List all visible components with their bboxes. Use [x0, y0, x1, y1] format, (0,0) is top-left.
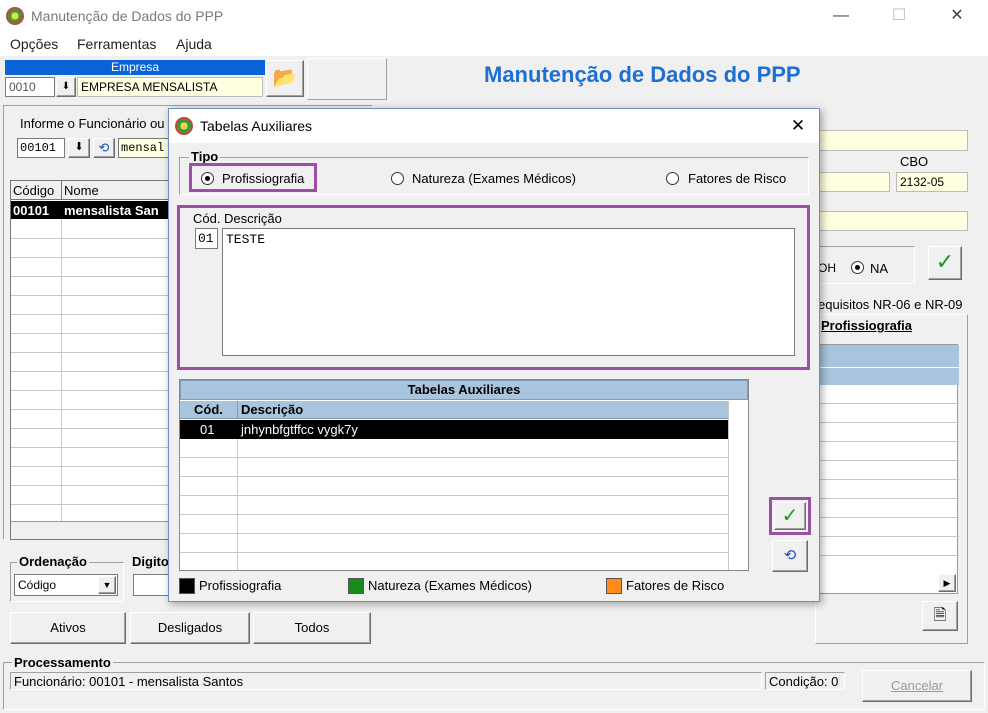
radio-profissiografia[interactable]: [201, 172, 214, 185]
legend-profissiografia-label: Profissiografia: [199, 578, 282, 593]
tab-todos[interactable]: Todos: [253, 612, 371, 644]
grid-header: Cód. Descrição: [180, 401, 728, 419]
undo-icon: ⟲: [98, 140, 110, 155]
right-field-1: [818, 130, 968, 151]
funcionario-label: Informe o Funcionário ou: [18, 116, 167, 131]
chevron-down-icon[interactable]: ▼: [98, 576, 116, 594]
dialog-close-icon[interactable]: ✕: [783, 114, 813, 138]
dialog-undo-button[interactable]: ⟲: [772, 540, 808, 572]
menu-ajuda[interactable]: Ajuda: [176, 36, 212, 52]
aux-grid: Tabelas Auxiliares Cód. Descrição 01 jnh…: [179, 379, 749, 571]
grid-row-desc: jnhynbfgtffcc vygk7y: [241, 422, 358, 437]
download-arrow-icon: ⬇: [74, 141, 84, 153]
folder-open-icon: 📂: [272, 67, 298, 89]
tab-ativos[interactable]: Ativos: [10, 612, 126, 644]
undo-icon: ⟲: [783, 547, 797, 564]
table-row[interactable]: 00101 mensalista San: [11, 201, 171, 219]
processamento-bar: Processamento Funcionário: 00101 - mensa…: [0, 654, 988, 713]
checkmark-icon: ✓: [935, 249, 955, 274]
funcionario-lookup-button[interactable]: ⬇: [68, 138, 90, 158]
radio-fatores-risco-label[interactable]: Fatores de Risco: [688, 171, 786, 186]
legend-fatores-label: Fatores de Risco: [626, 578, 725, 593]
right-field-2: [818, 172, 890, 192]
cbo-field: 2132-05: [896, 172, 968, 192]
empresa-lookup-button[interactable]: ⬇: [56, 77, 76, 97]
funcionario-code-field[interactable]: 00101: [17, 138, 65, 158]
download-arrow-icon: ⬇: [61, 81, 71, 92]
radio-natureza-label[interactable]: Natureza (Exames Médicos): [412, 171, 576, 186]
employee-table: Código Nome 00101 mensalista San: [10, 180, 172, 540]
menu-ferramentas[interactable]: Ferramentas: [77, 36, 156, 52]
processamento-label: Processamento: [12, 655, 113, 670]
new-document-button[interactable]: 🗎: [922, 601, 958, 631]
radio-na-label: NA: [870, 261, 889, 276]
cancel-button[interactable]: Cancelar: [862, 670, 972, 702]
minimize-icon[interactable]: —: [818, 4, 864, 28]
digite-field[interactable]: [133, 574, 169, 596]
radio-na[interactable]: [851, 261, 864, 274]
col-header-nome[interactable]: Nome: [64, 183, 99, 198]
maximize-icon[interactable]: ☐: [876, 4, 922, 28]
cbo-label: CBO: [900, 154, 929, 169]
menu-bar: Opções Ferramentas Ajuda: [0, 32, 988, 56]
row-code: 00101: [13, 203, 50, 218]
open-folder-button[interactable]: 📂: [266, 60, 304, 97]
menu-opcoes[interactable]: Opções: [10, 36, 58, 52]
radio-natureza[interactable]: [391, 172, 404, 185]
confirm-button[interactable]: ✓: [928, 246, 962, 280]
tabelas-auxiliares-dialog: Tabelas Auxiliares ✕ Tipo Profissiografi…: [168, 108, 820, 602]
window-titlebar: Manutenção de Dados do PPP — ☐ ✕: [0, 0, 988, 32]
app-icon: [6, 7, 24, 25]
dialog-confirm-button[interactable]: ✓: [774, 502, 806, 530]
empresa-code-field[interactable]: 0010: [5, 77, 55, 97]
desc-label: Descrição: [224, 211, 282, 226]
employee-table-header: Código Nome: [11, 181, 171, 200]
empty-panel: [307, 58, 387, 100]
ordenacao-label: Ordenação: [17, 554, 89, 569]
radio-label-partial: OH: [818, 261, 836, 275]
descricao-field[interactable]: TESTE: [222, 228, 795, 356]
ordenacao-value: Código: [18, 578, 57, 592]
tab-desligados[interactable]: Desligados: [130, 612, 250, 644]
empresa-label: Empresa: [5, 60, 265, 75]
row-name: mensalista San: [64, 203, 159, 218]
dialog-title: Tabelas Auxiliares: [200, 118, 313, 134]
cod-label: Cód.: [193, 211, 221, 226]
col-header-codigo[interactable]: Código: [13, 183, 54, 198]
funcionario-undo-button[interactable]: ⟲: [93, 138, 115, 158]
legend-profissiografia-swatch: [179, 578, 195, 594]
window-title: Manutenção de Dados do PPP: [31, 8, 224, 24]
document-icon: 🗎: [933, 607, 947, 624]
radio-profissiografia-label[interactable]: Profissiografia: [222, 171, 304, 186]
grid-col-desc[interactable]: Descrição: [241, 402, 303, 417]
dialog-titlebar: Tabelas Auxiliares ✕: [169, 109, 819, 143]
legend-fatores-swatch: [606, 578, 622, 594]
grid-row-cod: 01: [200, 422, 215, 437]
tipo-label: Tipo: [189, 149, 221, 164]
page-title: Manutenção de Dados do PPP: [484, 62, 801, 87]
legend-natureza-swatch: [348, 578, 364, 594]
right-field-3: [818, 211, 968, 231]
scroll-right-icon[interactable]: ▶: [938, 574, 956, 592]
funcionario-status: Funcionário: 00101 - mensalista Santos: [10, 672, 762, 690]
cod-field[interactable]: 01: [195, 228, 218, 249]
grid-col-cod[interactable]: Cód.: [194, 402, 223, 417]
table-row[interactable]: 01 jnhynbfgtffcc vygk7y: [180, 420, 728, 439]
close-icon[interactable]: ✕: [934, 4, 980, 28]
tab-profissiografia[interactable]: Profissiografia: [821, 318, 912, 333]
checkmark-icon: ✓: [781, 505, 799, 527]
grid-title: Tabelas Auxiliares: [180, 380, 748, 400]
right-grid: [818, 344, 959, 594]
empresa-name-field: EMPRESA MENSALISTA: [77, 77, 263, 97]
radio-fatores-risco[interactable]: [666, 172, 679, 185]
ordenacao-select[interactable]: Código ▼: [14, 574, 118, 596]
condicao-status: Condição: 0: [765, 672, 845, 690]
legend-natureza-label: Natureza (Exames Médicos): [368, 578, 532, 593]
tab-requisitos[interactable]: equisitos NR-06 e NR-09: [818, 297, 963, 312]
digite-label: Digito: [132, 554, 169, 569]
dialog-app-icon: [175, 117, 193, 135]
